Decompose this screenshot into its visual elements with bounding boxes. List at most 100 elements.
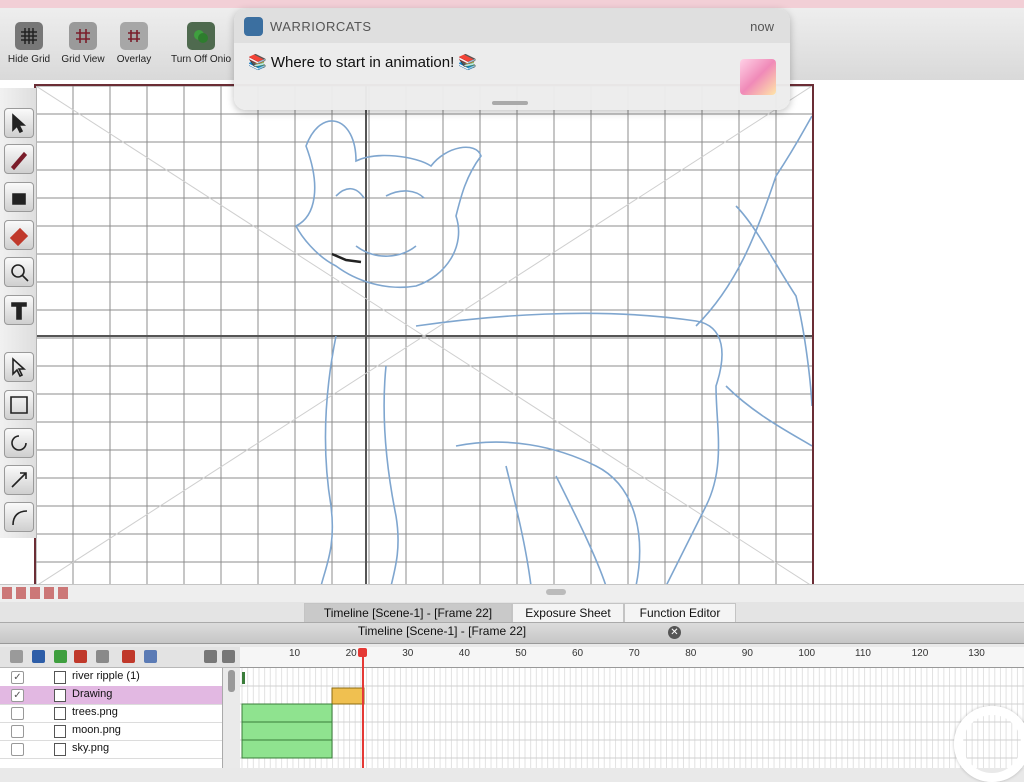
notification-time: now — [750, 19, 774, 34]
layer-tool-icon[interactable] — [122, 650, 135, 663]
layer-row[interactable]: ✓ Drawing — [0, 686, 222, 705]
zoom-tool[interactable] — [4, 257, 34, 287]
ruler-tick-label: 60 — [572, 648, 584, 659]
frame-grid[interactable] — [240, 668, 1024, 768]
scale-tool[interactable] — [4, 465, 34, 495]
onion-skin-label: Turn Off Onio — [170, 54, 232, 65]
timeline-title: Timeline [Scene-1] - [Frame 22] — [357, 624, 527, 638]
layer-visibility-checkbox[interactable] — [11, 725, 24, 738]
skew-icon — [12, 510, 28, 526]
layer-visibility-checkbox[interactable] — [11, 707, 24, 720]
ruler-tick-label: 40 — [458, 648, 470, 659]
grid-view-button[interactable]: Grid View — [54, 22, 112, 65]
hide-grid-icon — [15, 22, 43, 50]
layer-name: sky.png — [72, 742, 110, 754]
layer-row[interactable]: trees.png — [0, 704, 222, 723]
playhead-handle[interactable] — [358, 648, 367, 657]
select-tool[interactable] — [4, 108, 34, 138]
notification-message: 📚 Where to start in animation! 📚 — [248, 54, 478, 71]
ruler-tick-label: 100 — [798, 648, 816, 659]
layer-name: Drawing — [72, 688, 113, 700]
layer-row[interactable]: ✓ river ripple (1) — [0, 668, 222, 687]
canvas-mini-tools[interactable] — [2, 587, 72, 599]
moon-frames — [241, 721, 333, 741]
brush-icon — [10, 151, 28, 170]
ruler-tick-label: 80 — [685, 648, 697, 659]
onion-skin-icon — [187, 22, 215, 50]
layer-visibility-checkbox[interactable] — [11, 743, 24, 756]
touch-indicator — [954, 706, 1024, 782]
zoom-icon — [11, 264, 29, 282]
close-icon[interactable]: ✕ — [668, 626, 681, 639]
keyframe-river-ripple — [242, 672, 245, 684]
ruler-tick-label: 30 — [402, 648, 414, 659]
paint-bucket-icon — [12, 193, 26, 205]
grid-view-label: Grid View — [61, 54, 105, 65]
panel-splitter[interactable] — [0, 584, 1024, 603]
notification-app-name: WARRIORCATS — [270, 19, 372, 34]
rotate-tool[interactable] — [4, 428, 34, 458]
layer-name: moon.png — [72, 724, 121, 736]
layer-tool-icon[interactable] — [96, 650, 109, 663]
layer-name: river ripple (1) — [72, 670, 140, 682]
layer-tool-icon[interactable] — [10, 650, 23, 663]
notification-grabber[interactable] — [492, 101, 528, 105]
layer-tool-icon[interactable] — [32, 650, 45, 663]
tab-function-editor[interactable]: Function Editor — [624, 603, 736, 622]
hide-grid-button[interactable]: Hide Grid — [0, 22, 58, 65]
playhead[interactable] — [362, 648, 364, 768]
layer-type-icon — [54, 707, 66, 720]
layer-tool-icon[interactable] — [144, 650, 157, 663]
ruler-tick-label: 90 — [741, 648, 753, 659]
ruler-tick-label: 20 — [345, 648, 357, 659]
overlay-icon — [120, 22, 148, 50]
tab-exposure-sheet[interactable]: Exposure Sheet — [512, 603, 624, 622]
layer-type-icon — [54, 725, 66, 738]
text-tool[interactable] — [4, 295, 34, 325]
splitter-handle[interactable] — [546, 589, 566, 595]
transform-tool[interactable] — [4, 390, 34, 420]
notification-thumbnail — [740, 59, 776, 95]
tab-timeline[interactable]: Timeline [Scene-1] - [Frame 22] — [304, 603, 512, 622]
paint-bucket-tool[interactable] — [4, 182, 34, 212]
rotate-icon — [11, 435, 27, 451]
overlay-button[interactable]: Overlay — [105, 22, 163, 65]
layer-tool-icon[interactable] — [74, 650, 87, 663]
drawing-canvas[interactable] — [34, 84, 814, 588]
scrollbar-thumb[interactable] — [228, 670, 235, 692]
grid-view-icon — [69, 22, 97, 50]
trees-frames — [241, 703, 333, 723]
layer-tool-icon[interactable] — [222, 650, 235, 663]
contour-select-tool[interactable] — [4, 352, 34, 382]
layer-row[interactable]: moon.png — [0, 722, 222, 741]
hide-grid-label: Hide Grid — [7, 54, 51, 65]
layer-visibility-checkbox[interactable]: ✓ — [11, 671, 24, 684]
text-icon — [11, 302, 27, 320]
layer-scrollbar[interactable] — [224, 668, 240, 768]
layer-tool-icon[interactable] — [54, 650, 67, 663]
layer-type-icon — [54, 743, 66, 756]
onion-skin-button[interactable]: Turn Off Onio — [167, 22, 235, 65]
overlay-label: Overlay — [116, 54, 152, 65]
layer-row[interactable]: sky.png — [0, 740, 222, 759]
ruler-tick-label: 120 — [911, 648, 929, 659]
notification-banner[interactable]: WARRIORCATS now 📚 Where to start in anim… — [234, 9, 790, 110]
drawing-frames — [331, 687, 365, 705]
skew-tool[interactable] — [4, 502, 34, 532]
select-icon — [12, 113, 27, 134]
app-icon — [244, 17, 263, 36]
ruler-tick-label: 110 — [855, 648, 871, 659]
layer-visibility-checkbox[interactable]: ✓ — [11, 689, 24, 702]
contour-select-icon — [12, 357, 27, 378]
layer-name: trees.png — [72, 706, 118, 718]
layer-type-icon — [54, 671, 66, 684]
canvas-grid — [36, 86, 812, 586]
eraser-tool[interactable] — [4, 220, 34, 250]
eraser-icon — [9, 227, 29, 246]
scale-icon — [11, 472, 27, 488]
ruler-tick-label: 50 — [515, 648, 527, 659]
ruler-tick-label: 10 — [289, 648, 301, 659]
ruler-tick-label: 70 — [628, 648, 640, 659]
brush-tool[interactable] — [4, 144, 34, 174]
layer-tool-icon[interactable] — [204, 650, 217, 663]
